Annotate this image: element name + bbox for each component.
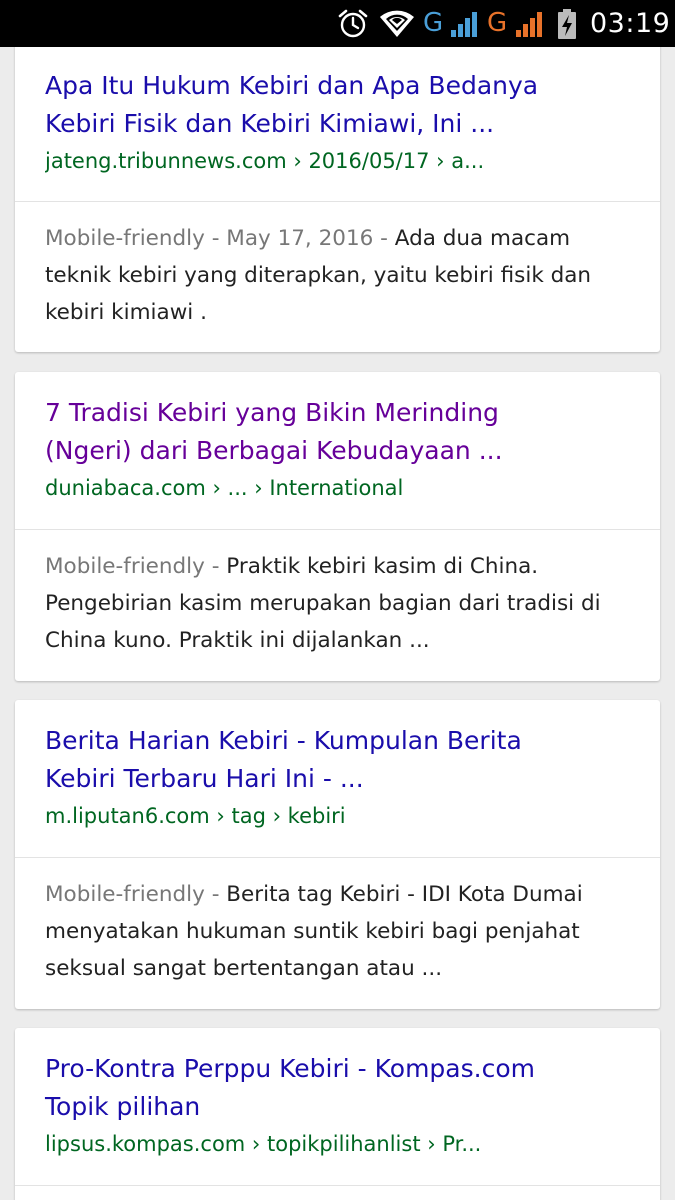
- status-bar: G G 03:19: [0, 0, 675, 47]
- result-title-line[interactable]: Apa Itu Hukum Kebiri dan Apa Bedanya: [45, 67, 630, 105]
- battery-charging-icon: [556, 0, 578, 47]
- result-link[interactable]: 7 Tradisi Kebiri yang Bikin Merinding (N…: [15, 372, 660, 530]
- network-type-1-label: G: [423, 8, 444, 38]
- clock-time: 03:19: [590, 8, 671, 39]
- clock: 03:19: [590, 0, 670, 47]
- search-result-card: Pro-Kontra Perppu Kebiri - Kompas.com To…: [15, 1028, 660, 1200]
- signal-icon: [515, 0, 545, 47]
- result-title[interactable]: Apa Itu Hukum Kebiri dan Apa Bedanya Keb…: [45, 67, 630, 143]
- result-link[interactable]: Apa Itu Hukum Kebiri dan Apa Bedanya Keb…: [15, 47, 660, 202]
- network-type-2-label: G: [487, 8, 508, 38]
- result-meta: Mobile-friendly -: [45, 882, 227, 907]
- result-link[interactable]: Pro-Kontra Perppu Kebiri - Kompas.com To…: [15, 1028, 660, 1186]
- search-results: Apa Itu Hukum Kebiri dan Apa Bedanya Keb…: [0, 47, 675, 1200]
- alarm-icon: [337, 0, 369, 47]
- network-type-1: G: [423, 0, 443, 47]
- wifi-icon: [379, 0, 415, 47]
- search-result-card: Berita Harian Kebiri - Kumpulan Berita K…: [15, 700, 660, 1009]
- result-title-line[interactable]: Kebiri Terbaru Hari Ini - ...: [45, 760, 630, 798]
- result-title-line[interactable]: (Ngeri) dari Berbagai Kebudayaan ...: [45, 432, 630, 470]
- search-result-card: Apa Itu Hukum Kebiri dan Apa Bedanya Keb…: [15, 47, 660, 352]
- result-title-line[interactable]: Pro-Kontra Perppu Kebiri - Kompas.com: [45, 1050, 630, 1088]
- result-title-line[interactable]: Kebiri Fisik dan Kebiri Kimiawi, Ini ...: [45, 105, 630, 143]
- result-snippet: Mobile-friendly - Praktik kebiri kasim d…: [15, 530, 660, 659]
- result-title[interactable]: Pro-Kontra Perppu Kebiri - Kompas.com To…: [45, 1050, 630, 1126]
- result-title-line[interactable]: Berita Harian Kebiri - Kumpulan Berita: [45, 722, 630, 760]
- result-snippet: Mobile-friendly - May 17, 2016 - Ada dua…: [15, 202, 660, 331]
- result-link[interactable]: Berita Harian Kebiri - Kumpulan Berita K…: [15, 700, 660, 858]
- signal-icon: [450, 0, 480, 47]
- search-result-card: 7 Tradisi Kebiri yang Bikin Merinding (N…: [15, 372, 660, 681]
- result-url[interactable]: duniabaca.com › ... › International: [45, 470, 630, 506]
- result-snippet: Mobile-friendly - Berita tag Kebiri - ID…: [15, 858, 660, 987]
- result-title-line[interactable]: Topik pilihan: [45, 1088, 630, 1126]
- result-meta: Mobile-friendly - May 17, 2016 -: [45, 226, 395, 251]
- result-url[interactable]: jateng.tribunnews.com › 2016/05/17 › a..…: [45, 143, 630, 179]
- network-type-2: G: [487, 0, 507, 47]
- result-title[interactable]: Berita Harian Kebiri - Kumpulan Berita K…: [45, 722, 630, 798]
- result-url[interactable]: m.liputan6.com › tag › kebiri: [45, 798, 630, 834]
- result-title[interactable]: 7 Tradisi Kebiri yang Bikin Merinding (N…: [45, 394, 630, 470]
- result-meta: Mobile-friendly -: [45, 554, 227, 579]
- result-url[interactable]: lipsus.kompas.com › topikpilihanlist › P…: [45, 1126, 630, 1162]
- result-title-line[interactable]: 7 Tradisi Kebiri yang Bikin Merinding: [45, 394, 630, 432]
